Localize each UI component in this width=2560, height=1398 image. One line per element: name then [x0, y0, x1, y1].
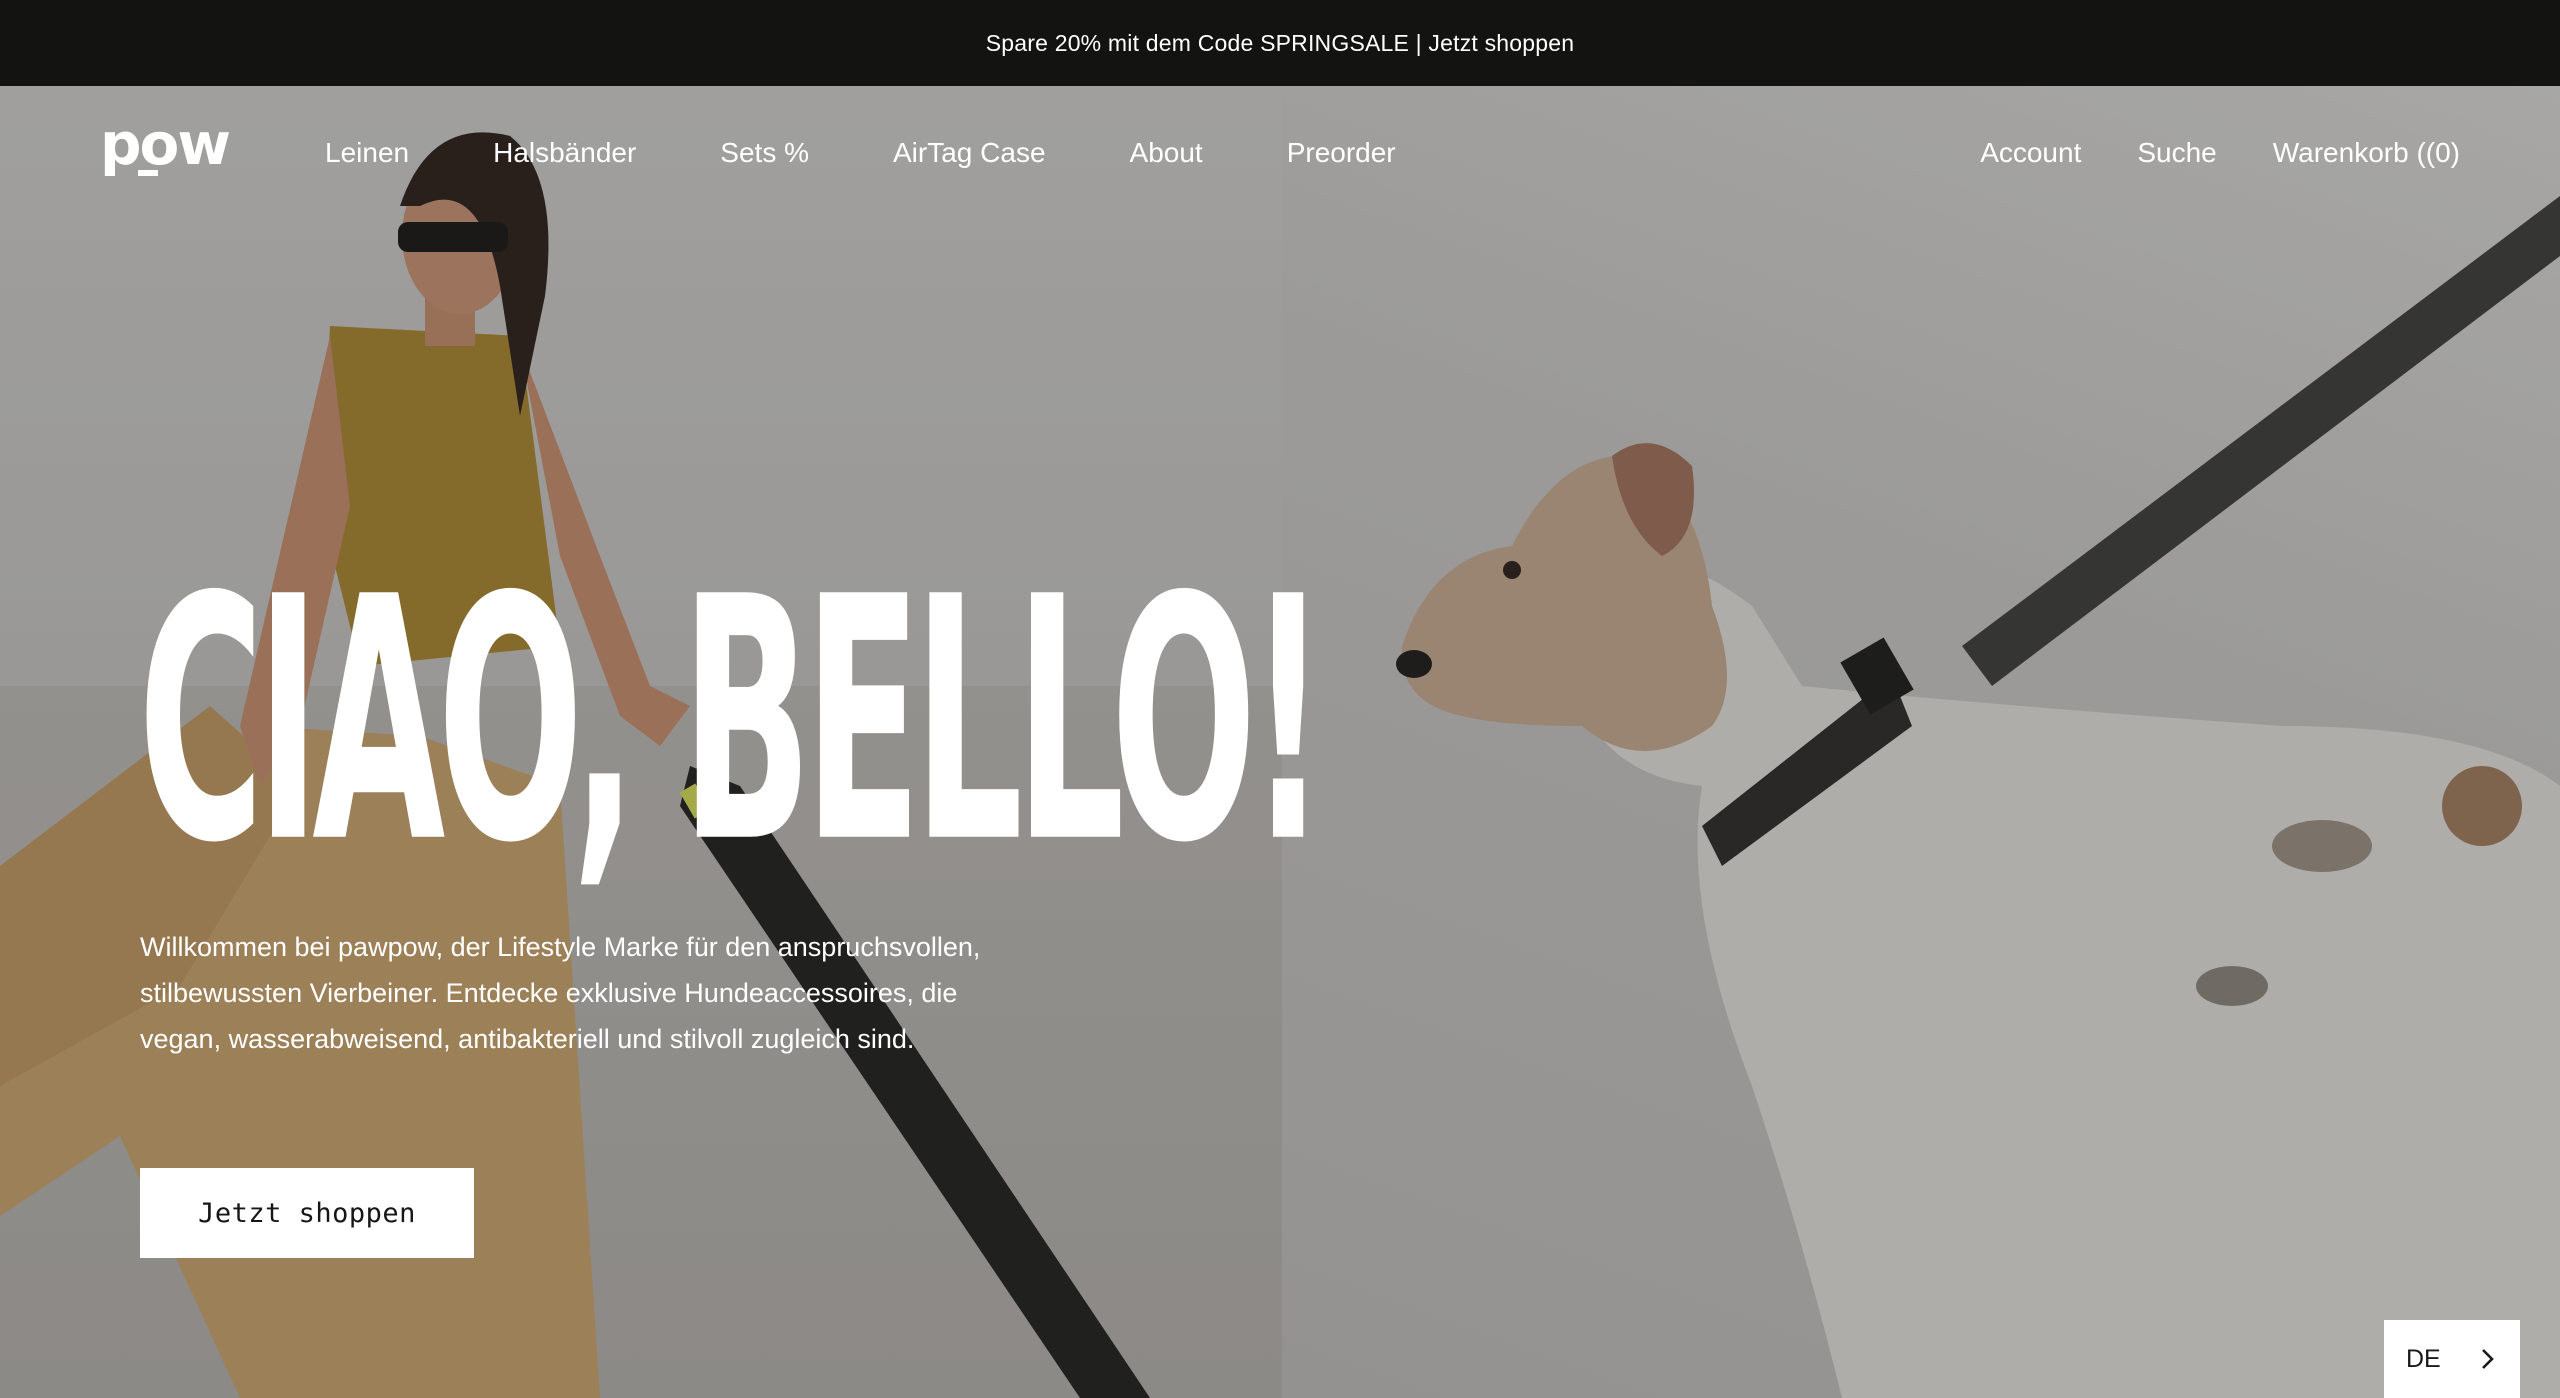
utility-nav: Account Suche Warenkorb ((0)	[1924, 86, 2460, 220]
nav-cart[interactable]: Warenkorb ((0)	[2273, 137, 2460, 169]
announcement-bar: Spare 20% mit dem Code SPRINGSALE | Jetz…	[0, 0, 2560, 86]
site-header: pow Leinen Halsbänder Sets % AirTag Case…	[0, 86, 2560, 220]
main-nav: Leinen Halsbänder Sets % AirTag Case Abo…	[325, 86, 1480, 220]
pow-logo-mark: pow	[100, 120, 231, 178]
nav-sets[interactable]: Sets %	[720, 137, 809, 169]
hero-headline: CIAO, BELLO!	[138, 524, 1327, 917]
hero-intro-text: Willkommen bei pawpow, der Lifestyle Mar…	[140, 932, 981, 1054]
nav-leinen[interactable]: Leinen	[325, 137, 409, 169]
nav-halsbaender[interactable]: Halsbänder	[493, 137, 636, 169]
shop-now-button[interactable]: Jetzt shoppen	[140, 1168, 474, 1258]
nav-preorder[interactable]: Preorder	[1287, 137, 1396, 169]
pow-logo[interactable]: pow	[100, 120, 250, 180]
chevron-right-icon	[2482, 1349, 2494, 1369]
nav-about[interactable]: About	[1130, 137, 1203, 169]
svg-text:pow: pow	[100, 120, 229, 178]
nav-search[interactable]: Suche	[2137, 137, 2216, 169]
announcement-text[interactable]: Spare 20% mit dem Code SPRINGSALE | Jetz…	[986, 30, 1575, 57]
nav-airtag-case[interactable]: AirTag Case	[893, 137, 1046, 169]
nav-account[interactable]: Account	[1980, 137, 2081, 169]
language-selector[interactable]: DE	[2384, 1320, 2520, 1398]
language-value: DE	[2406, 1344, 2441, 1373]
